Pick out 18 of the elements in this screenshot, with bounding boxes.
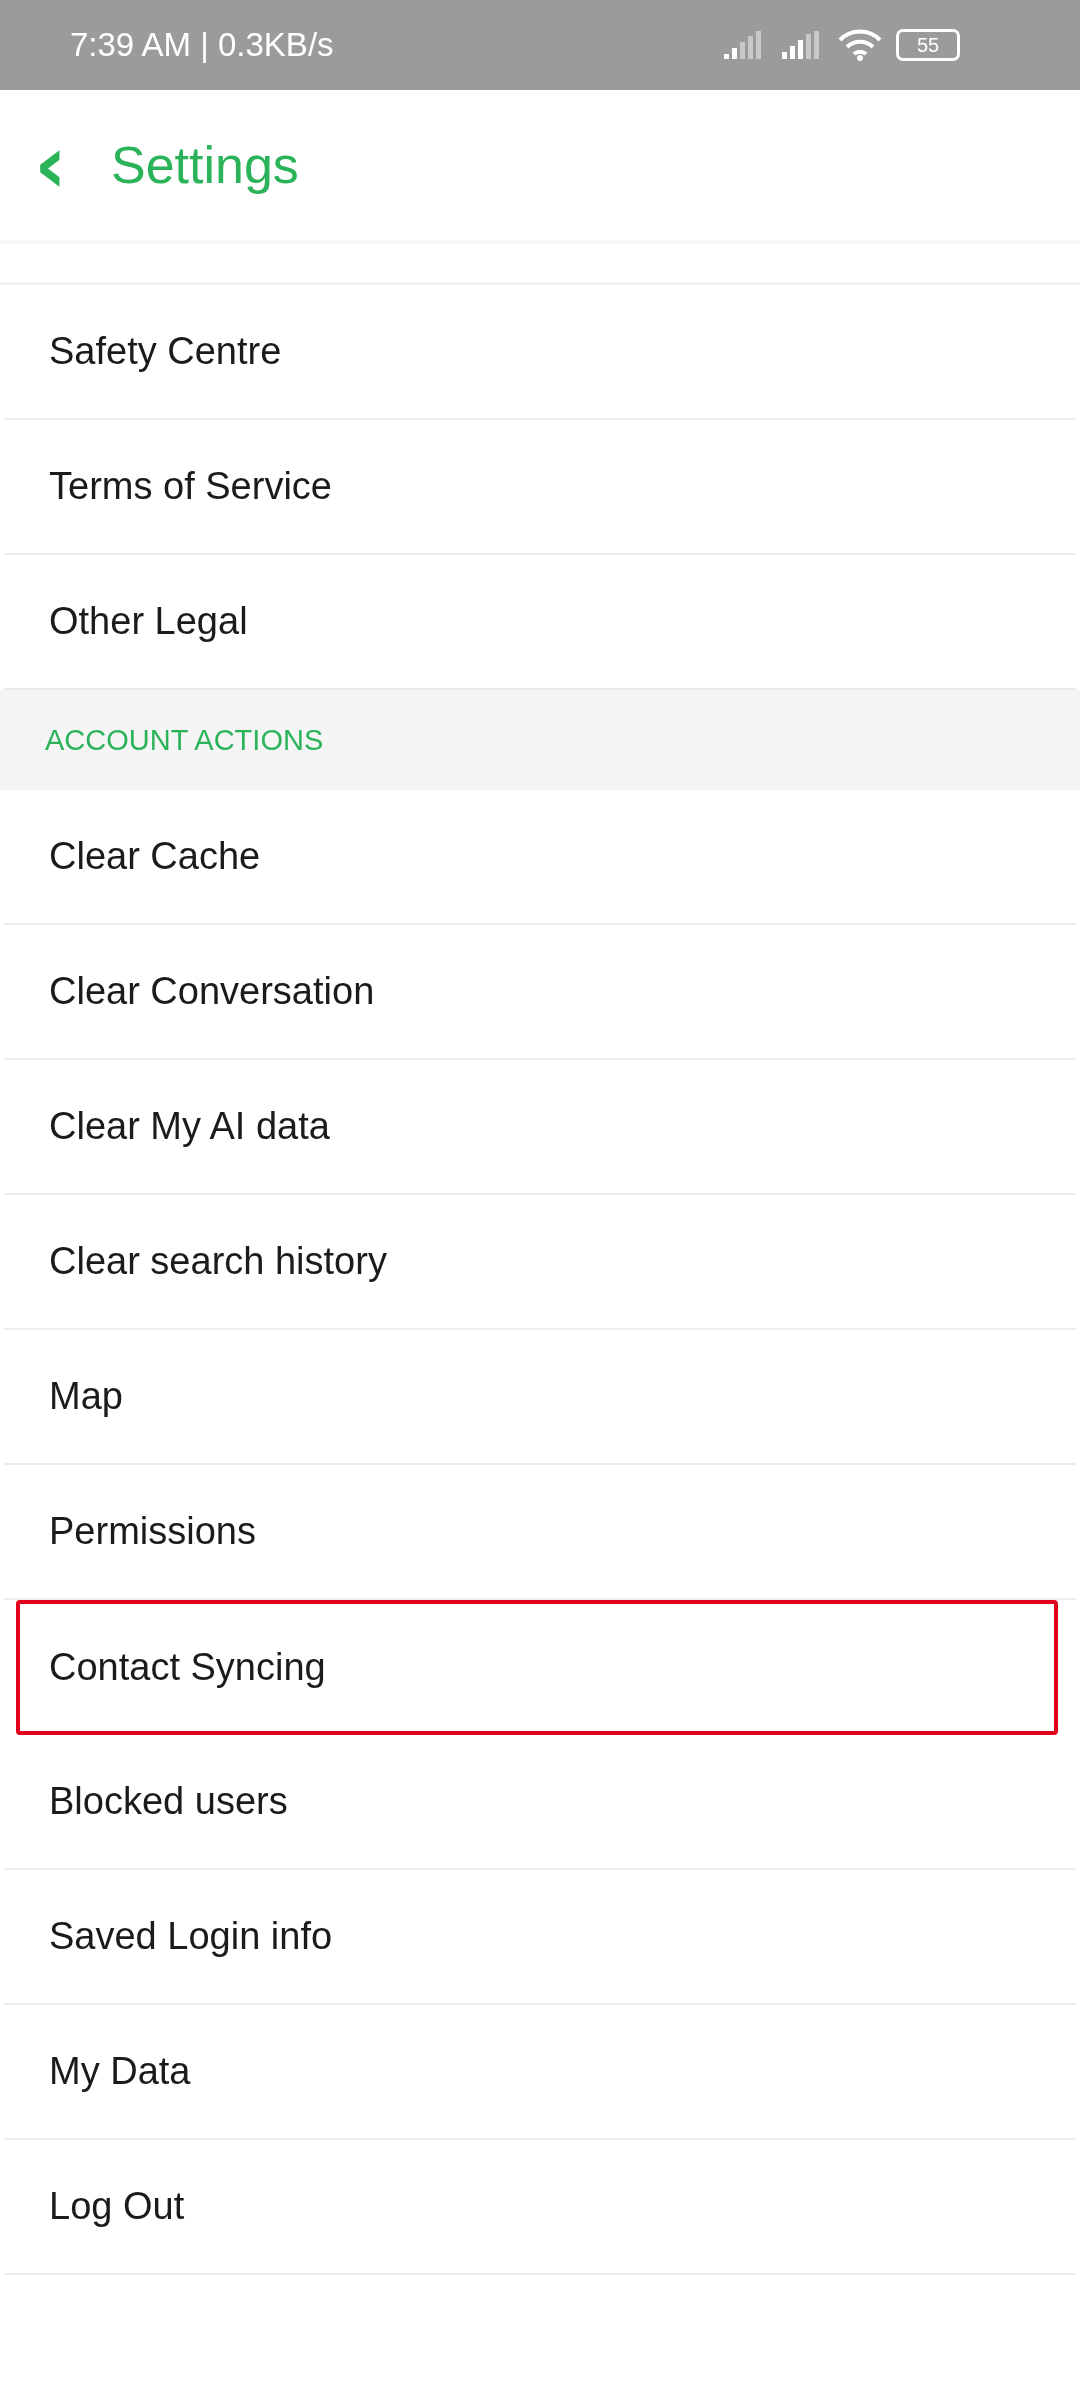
settings-item[interactable]: Map [4, 1330, 1076, 1465]
settings-item[interactable]: Safety Centre [4, 285, 1076, 420]
settings-item[interactable]: Clear Cache [4, 790, 1076, 925]
settings-item[interactable]: Saved Login info [4, 1870, 1076, 2005]
settings-item[interactable]: Terms of Service [4, 420, 1076, 555]
settings-item[interactable]: Contact Syncing [16, 1600, 1058, 1735]
settings-item[interactable]: Permissions [4, 1465, 1076, 1600]
settings-item[interactable]: Log Out [4, 2140, 1076, 2275]
page-title: Settings [110, 135, 299, 195]
settings-item[interactable]: Clear search history [4, 1195, 1076, 1330]
battery-icon: 55 [896, 29, 960, 61]
settings-item[interactable]: My Data [4, 2005, 1076, 2140]
settings-item[interactable]: Clear Conversation [4, 925, 1076, 1060]
settings-item[interactable]: Blocked users [4, 1735, 1076, 1870]
wifi-icon [838, 29, 882, 61]
section-header: ACCOUNT ACTIONS [0, 690, 1080, 790]
status-time: 7:39 AM | 0.3KB/s [70, 26, 334, 64]
settings-item[interactable]: Clear My AI data [4, 1060, 1076, 1195]
